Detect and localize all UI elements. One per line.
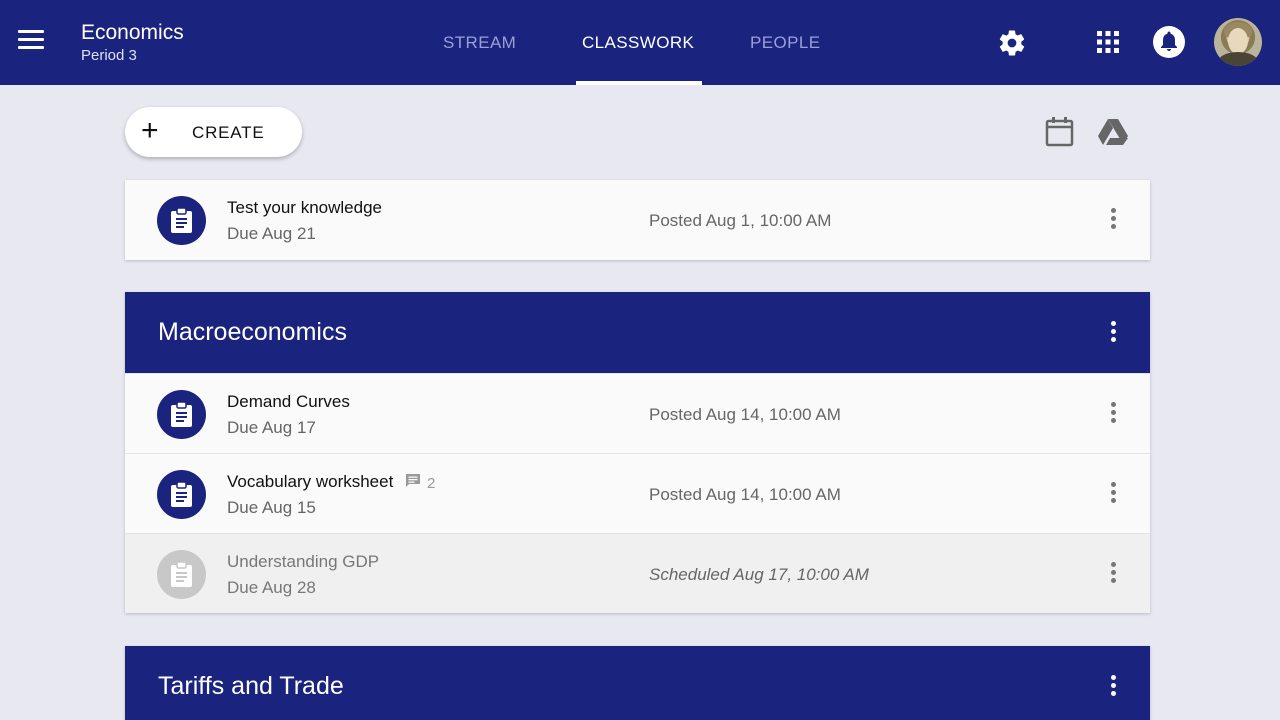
item-posted: Posted Aug 14, 10:00 AM: [649, 485, 841, 504]
avatar[interactable]: [1214, 18, 1262, 66]
assignment-icon: [157, 196, 206, 245]
more-options-icon[interactable]: [1109, 482, 1117, 506]
ungrouped-card: Test your knowledge Due Aug 21 Posted Au…: [125, 180, 1150, 260]
item-title: Demand Curves: [227, 392, 350, 411]
drive-icon[interactable]: [1098, 119, 1128, 150]
assignment-icon: [157, 470, 206, 519]
list-item[interactable]: Test your knowledge Due Aug 21 Posted Au…: [125, 180, 1150, 260]
app-bar: Economics Period 3 STREAM CLASSWORK PEOP…: [0, 0, 1280, 85]
comment-count: 2: [405, 474, 435, 492]
more-options-icon[interactable]: [1109, 402, 1117, 426]
comment-count-value: 2: [427, 474, 436, 492]
more-options-icon[interactable]: [1109, 321, 1117, 345]
active-tab-indicator: [576, 81, 702, 85]
tab-people[interactable]: PEOPLE: [750, 33, 820, 53]
item-title: Test your knowledge: [227, 198, 382, 217]
calendar-icon[interactable]: [1045, 116, 1074, 152]
topic-card: Tariffs and Trade: [125, 646, 1150, 720]
tab-classwork[interactable]: CLASSWORK: [582, 33, 694, 53]
create-button-label: CREATE: [192, 123, 265, 142]
item-scheduled: Scheduled Aug 17, 10:00 AM: [649, 565, 869, 584]
menu-icon[interactable]: [18, 30, 46, 54]
item-title: Vocabulary worksheet: [227, 472, 394, 491]
item-due: Due Aug 15: [227, 498, 316, 517]
item-title: Understanding GDP: [227, 552, 380, 571]
tab-stream[interactable]: STREAM: [443, 33, 516, 53]
list-item[interactable]: Vocabulary worksheet 2 Due Aug 15 Posted…: [125, 453, 1150, 533]
more-options-icon[interactable]: [1109, 208, 1117, 232]
item-posted: Posted Aug 14, 10:00 AM: [649, 405, 841, 424]
assignment-icon: [157, 390, 206, 439]
item-posted: Posted Aug 1, 10:00 AM: [649, 211, 832, 230]
topic-header: Macroeconomics: [125, 292, 1150, 373]
class-section: Period 3: [81, 47, 137, 64]
class-title[interactable]: Economics: [81, 21, 184, 45]
more-options-icon[interactable]: [1109, 675, 1117, 699]
item-due: Due Aug 17: [227, 418, 316, 437]
topic-title[interactable]: Macroeconomics: [158, 318, 347, 347]
bell-icon[interactable]: [1153, 26, 1185, 63]
list-item[interactable]: Understanding GDP Due Aug 28 Scheduled A…: [125, 533, 1150, 613]
assignment-icon: [157, 550, 206, 599]
item-due: Due Aug 28: [227, 578, 316, 597]
more-options-icon[interactable]: [1109, 562, 1117, 586]
item-due: Due Aug 21: [227, 224, 316, 243]
gear-icon[interactable]: [997, 28, 1027, 63]
topic-title[interactable]: Tariffs and Trade: [158, 672, 344, 701]
comment-icon: [405, 473, 421, 493]
topic-card: Macroeconomics Demand Curves Due Aug 17 …: [125, 292, 1150, 613]
create-button[interactable]: + CREATE: [125, 107, 302, 157]
apps-icon[interactable]: [1097, 31, 1119, 58]
topic-header: Tariffs and Trade: [125, 646, 1150, 720]
list-item[interactable]: Demand Curves Due Aug 17 Posted Aug 14, …: [125, 373, 1150, 453]
plus-icon: +: [141, 114, 159, 147]
